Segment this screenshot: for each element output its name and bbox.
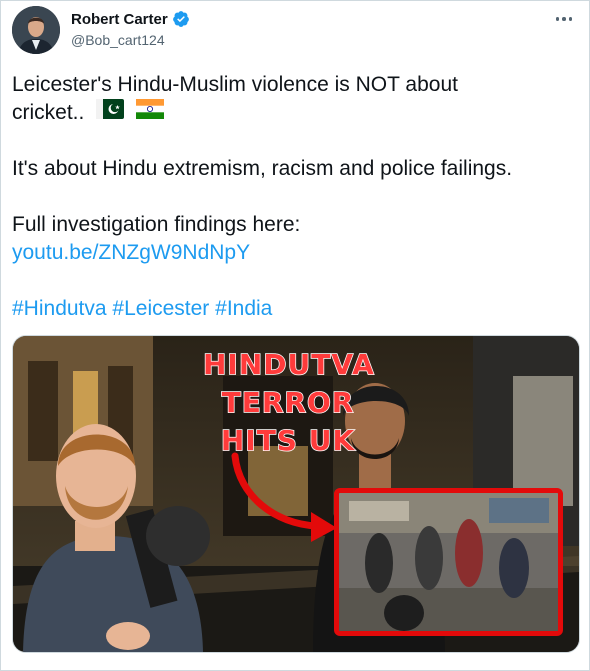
tweet-text-line: Leicester's Hindu-Muslim violence is NOT… — [12, 73, 458, 96]
hashtag-india[interactable]: #India — [215, 297, 272, 320]
tweet-card: Robert Carter @Bob_cart124 Leicester's H… — [0, 0, 590, 671]
overlay-text-line: TERROR — [221, 385, 355, 420]
overlay-text-line: HITS UK — [220, 423, 356, 458]
hashtag-hindutva[interactable]: #Hindutva — [12, 297, 107, 320]
youtube-link[interactable]: youtu.be/ZNZgW9NdNpY — [12, 239, 250, 267]
india-flag-icon — [136, 99, 165, 127]
tweet-text-line-with-flags: cricket.. — [12, 99, 165, 127]
pakistan-flag-icon — [96, 99, 125, 127]
verified-badge-icon — [172, 10, 190, 28]
inset-fight-scene-image — [339, 493, 558, 631]
tweet-text-line: It's about Hindu extremism, racism and p… — [12, 157, 513, 180]
avatar[interactable] — [12, 6, 60, 54]
video-thumbnail[interactable]: HINDUTVA TERROR HITS UK — [12, 335, 580, 653]
overlay-text-line: HINDUTVA — [202, 347, 375, 382]
inset-video-clip — [334, 488, 563, 636]
hashtag-row: #Hindutva #Leicester #India — [12, 295, 272, 323]
tweet-text: cricket.. — [12, 101, 85, 124]
profile-photo-icon — [12, 6, 60, 54]
more-options-icon[interactable] — [553, 11, 575, 27]
hashtag-leicester[interactable]: #Leicester — [112, 297, 209, 320]
tweet-text-line: Full investigation findings here: — [12, 213, 301, 236]
author-name[interactable]: Robert Carter — [71, 11, 168, 28]
author-handle[interactable]: @Bob_cart124 — [71, 32, 165, 48]
